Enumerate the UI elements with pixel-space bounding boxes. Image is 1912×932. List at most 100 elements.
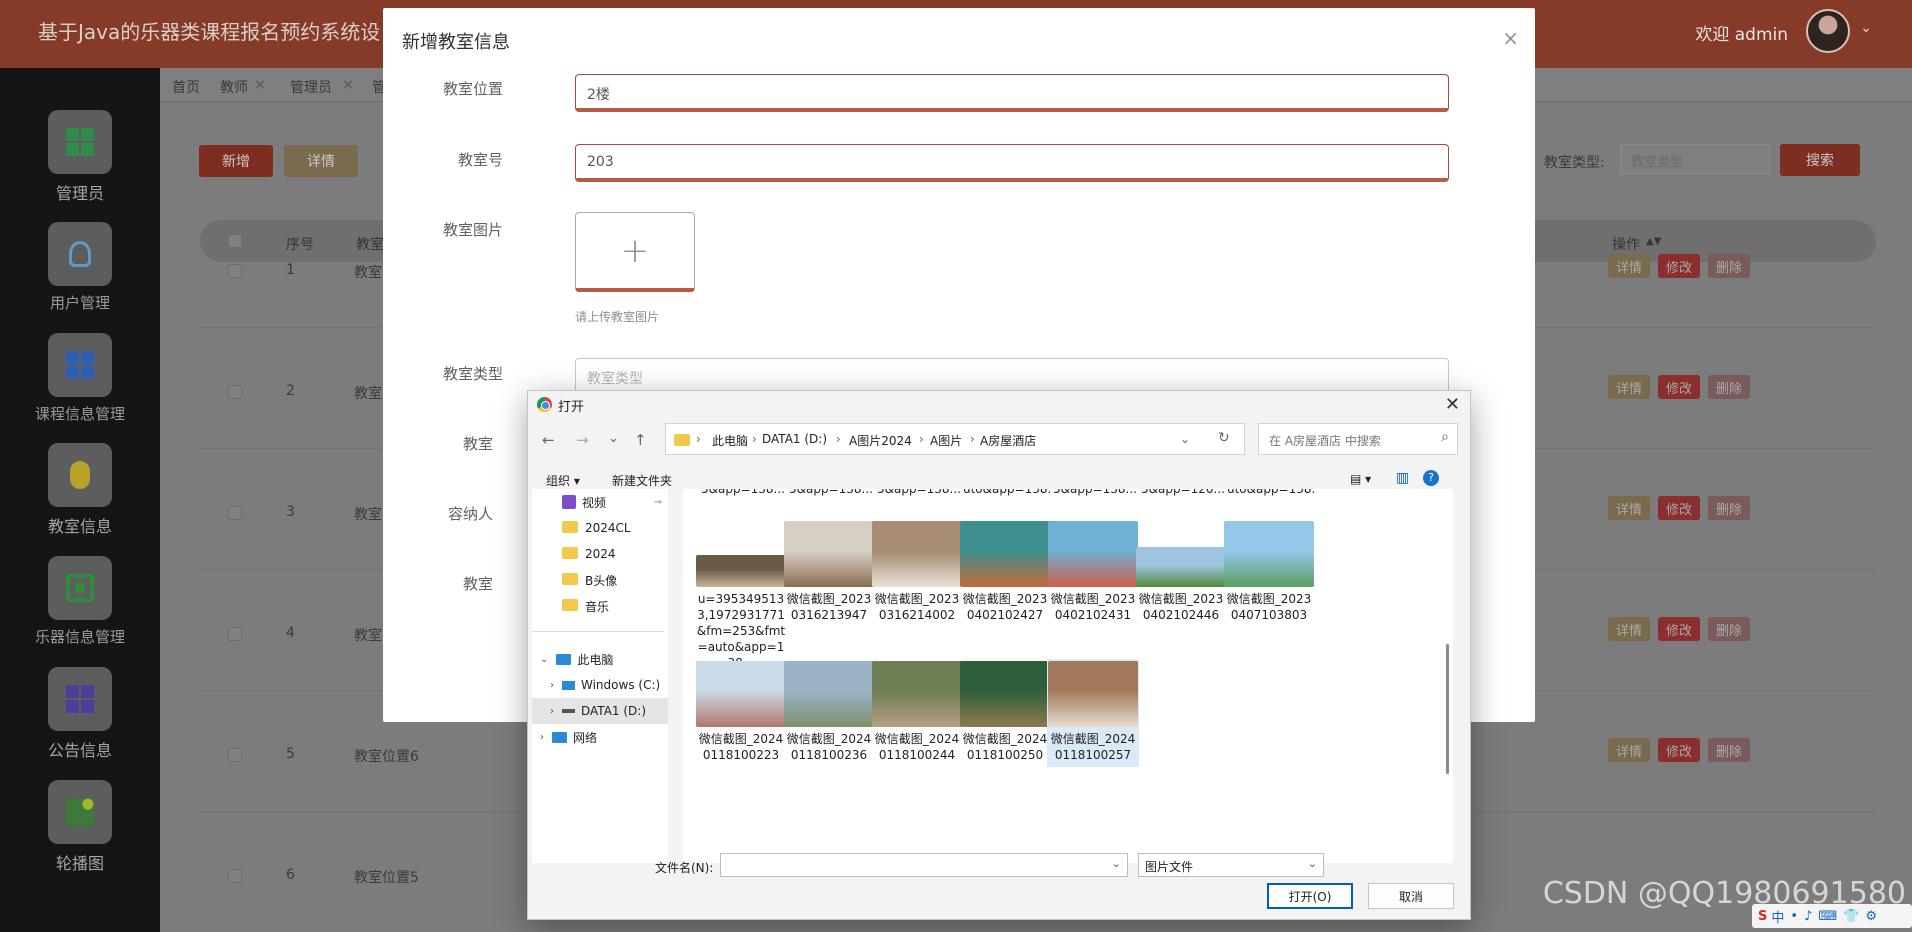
forward-icon[interactable]: → [576,431,589,449]
sidebar-item-classrooms[interactable]: 教室信息 [0,443,160,537]
nav-item-avatar[interactable]: B头像 [532,567,668,593]
ime-punct: • [1790,908,1799,924]
file-item-partial[interactable]: 5&app=138... [787,489,875,497]
chevron-down-icon[interactable]: ⌄ [1112,857,1121,870]
close-icon[interactable]: × [254,77,266,93]
detail-button[interactable]: 详情 [1608,738,1650,762]
tab-admin[interactable]: 管理员 [290,77,332,97]
row-checkbox[interactable] [228,627,242,641]
row-checkbox[interactable] [228,869,242,883]
back-icon[interactable]: ← [542,431,555,449]
add-button[interactable]: 新增 [199,145,273,177]
nav-item-drive-d[interactable]: › DATA1 (D:) [532,698,668,724]
row-checkbox[interactable] [228,506,242,520]
detail-button[interactable]: 详情 [1608,375,1650,399]
delete-button[interactable]: 删除 [1708,254,1750,278]
row-checkbox[interactable] [228,264,242,278]
file-item-partial[interactable]: 5&app=138... [875,489,963,497]
detail-button[interactable]: 详情 [1608,254,1650,278]
avatar[interactable] [1806,9,1850,53]
file-item[interactable]: 微信截图_20230402102431 [1047,519,1139,627]
file-item-partial[interactable]: uto&app=138... [963,489,1051,497]
nav-item-music[interactable]: 音乐 [532,593,668,619]
detail-button[interactable]: 详情 [1608,617,1650,641]
nav-item-this-pc[interactable]: ⌄ 此电脑 [532,646,668,672]
delete-button[interactable]: 删除 [1708,496,1750,520]
delete-button[interactable]: 删除 [1708,617,1750,641]
sidebar-item-instruments[interactable]: 乐器信息管理 [0,556,160,647]
nav-item-2024cl[interactable]: 2024CL [532,515,668,541]
sidebar-item-notices[interactable]: 公告信息 [0,667,160,761]
tab-teacher[interactable]: 教师 [220,77,248,97]
file-item-partial[interactable]: uto&app=138... [1227,489,1315,497]
file-item-partial[interactable]: 5&app=120... [1139,489,1227,497]
image-upload-button[interactable]: + [575,212,695,292]
file-item[interactable]: 微信截图_20230402102427 [959,519,1051,627]
close-icon[interactable]: × [1502,26,1519,50]
search-input[interactable]: 教室类型 [1620,144,1770,174]
image-thumbnail [784,521,874,587]
close-icon[interactable]: ✕ [1445,394,1460,415]
folder-icon [562,599,578,611]
sidebar-item-carousel[interactable]: 轮播图 [0,780,160,874]
new-folder-button[interactable]: 新建文件夹 [612,472,672,489]
open-button[interactable]: 打开(O) [1267,883,1353,909]
breadcrumb-pictures[interactable]: A图片 [930,432,962,449]
edit-button[interactable]: 修改 [1658,617,1700,641]
close-icon[interactable]: × [342,77,354,93]
file-item-partial[interactable]: 5&app=138... [699,489,787,497]
chevron-down-icon[interactable]: ⌄ [1860,20,1872,36]
row-checkbox[interactable] [228,385,242,399]
file-item[interactable]: 微信截图_20240118100244 [871,659,963,767]
search-input[interactable]: 在 A房屋酒店 中搜索 ⌕ [1258,423,1458,455]
nav-item-videos[interactable]: 视频 ⊸ [532,489,668,515]
nav-item-drive-c[interactable]: › Windows (C:) [532,672,668,698]
sidebar-item-admin[interactable]: 管理员 [0,110,160,204]
file-item-partial[interactable]: 5&app=138... [1051,489,1139,497]
file-item[interactable]: 微信截图_20230402102446 [1135,519,1227,627]
breadcrumb-this-pc[interactable]: 此电脑 [712,432,748,449]
edit-button[interactable]: 修改 [1658,496,1700,520]
file-item[interactable]: 微信截图_20230407103803 [1223,519,1315,627]
tab-home[interactable]: 首页 [172,77,200,97]
detail-button[interactable]: 详情 [284,145,358,177]
sidebar-item-users[interactable]: 用户管理 [0,222,160,313]
breadcrumb-hotel[interactable]: A房屋酒店 [980,432,1036,449]
organize-menu[interactable]: 组织 ▾ [546,472,580,489]
edit-button[interactable]: 修改 [1658,254,1700,278]
edit-button[interactable]: 修改 [1658,738,1700,762]
help-icon[interactable]: ? [1423,470,1439,486]
breadcrumb-data1[interactable]: DATA1 (D:) [762,432,827,446]
up-icon[interactable]: ↑ [634,431,647,449]
delete-button[interactable]: 删除 [1708,375,1750,399]
ime-toolbar[interactable]: S 中 • ♪ ⌨ 👕 ⚙ [1752,904,1912,928]
filename-input[interactable]: ⌄ [720,853,1128,877]
chevron-down-icon[interactable]: ⌄ [1180,432,1190,446]
cancel-button[interactable]: 取消 [1368,883,1454,909]
room-number-input[interactable]: 203 [575,144,1449,182]
detail-button[interactable]: 详情 [1608,496,1650,520]
file-item[interactable]: 微信截图_20230316213947 [783,519,875,627]
delete-button[interactable]: 删除 [1708,738,1750,762]
file-item[interactable]: 微信截图_20240118100250 [959,659,1051,767]
preview-pane-icon[interactable]: ▥ [1396,470,1409,486]
chevron-down-icon[interactable]: ⌄ [608,431,619,446]
location-input[interactable]: 2楼 [575,74,1449,112]
file-item[interactable]: 微信截图_20240118100257 [1047,659,1139,767]
file-item[interactable]: 微信截图_20240118100236 [783,659,875,767]
nav-item-network[interactable]: › 网络 [532,724,668,750]
sidebar-item-courses[interactable]: 课程信息管理 [0,333,160,424]
nav-item-2024[interactable]: 2024 [532,541,668,567]
view-menu[interactable]: ▤ ▾ [1350,472,1371,486]
scrollbar[interactable] [1441,489,1449,863]
edit-button[interactable]: 修改 [1658,375,1700,399]
breadcrumb-pictures-2024[interactable]: A图片2024 [849,432,912,449]
file-item[interactable]: 微信截图_20230316214002 [871,519,963,627]
file-item[interactable]: 微信截图_20240118100223 [695,659,787,767]
refresh-icon[interactable]: ↻ [1218,430,1230,446]
filetype-select[interactable]: 图片文件 ⌄ [1138,853,1324,877]
search-button[interactable]: 搜索 [1780,144,1860,176]
file-item[interactable]: u=3953495133,1972931771&fm=253&fmt=auto&… [695,519,787,675]
row-checkbox[interactable] [228,748,242,762]
address-bar[interactable]: › 此电脑 › DATA1 (D:) › A图片2024 › A图片 › A房屋… [665,423,1245,455]
